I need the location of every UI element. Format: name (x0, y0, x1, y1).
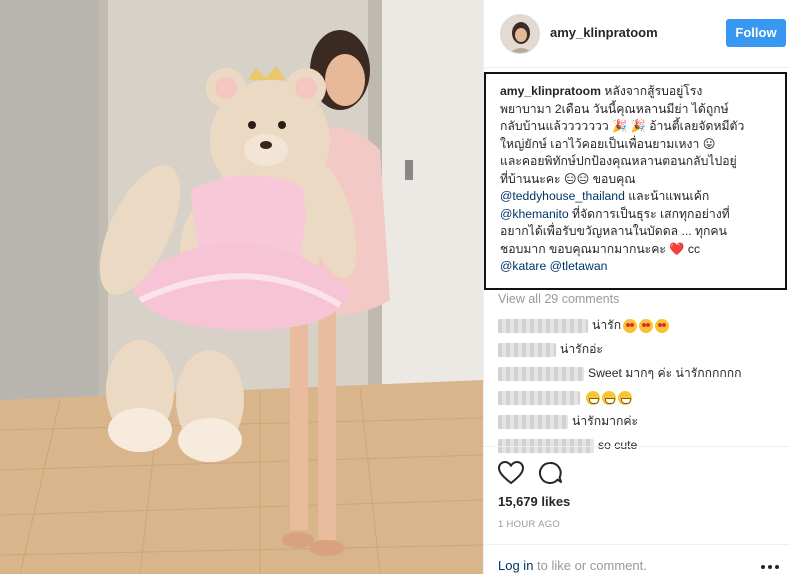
redacted-username (498, 390, 580, 405)
view-all-comments-link[interactable]: View all 29 comments (498, 292, 619, 306)
speech-bubble-icon[interactable] (538, 461, 564, 485)
caption-text: ใหญ่ยักษ์ เอาไว้คอยเป็นเพื่อนยามเหงา 😛 (500, 136, 716, 151)
caption-text: ชอบมาก ขอบคุณมากมากนะคะ ❤️ cc (500, 241, 701, 256)
redacted-username (498, 414, 568, 429)
caption-text: พยาบามา 2เดือน วันนี้คุณหลานมีย่า ได้ถูก… (500, 101, 729, 116)
avatar[interactable] (500, 14, 540, 54)
caption-mention[interactable]: @katare (500, 259, 546, 273)
heart-outline-icon[interactable] (497, 460, 525, 485)
post-username[interactable]: amy_klinpratoom (550, 25, 658, 40)
redacted-username (498, 318, 588, 333)
caption-text: อยากได้เพื่อรับขวัญหลานในบัดดล ... ทุกคน (500, 224, 727, 238)
redacted-username (498, 342, 556, 357)
caption-text: และน้าแพนเค้ก (624, 189, 710, 203)
post-actions: 15,679 likes 1 HOUR AGO (484, 446, 790, 530)
ellipsis-icon[interactable] (760, 559, 780, 569)
caption-mention[interactable]: @khemanito (500, 207, 569, 221)
follow-button[interactable]: Follow (726, 19, 786, 47)
caption-text: กลับบ้านแล้ววววววว 🎉 🎉 อ้านตี้เลยจัดหมีต… (500, 119, 745, 133)
post-header: amy_klinpratoom Follow (484, 0, 790, 68)
comment-text: น่ารักมากค่ะ (572, 414, 639, 428)
post-timestamp: 1 HOUR AGO (498, 519, 561, 530)
caption-mention[interactable]: @teddyhouse_thailand (500, 189, 625, 203)
comment-text: น่ารัก (592, 318, 622, 332)
login-prompt: Log in to like or comment. (498, 558, 647, 573)
like-count[interactable]: 15,679 likes (498, 494, 570, 509)
list-item: น่ารักมากค่ะ (498, 410, 783, 434)
comment-text: น่ารักอ่ะ (560, 342, 603, 356)
comment-text: Sweet มากๆ ค่ะ น่ารักกกกกก (588, 366, 742, 380)
redacted-username (498, 366, 584, 381)
caption-mention[interactable]: @tletawan (550, 259, 608, 273)
login-prompt-text: to like or comment. (533, 558, 647, 573)
list-item: น่ารัก (498, 314, 783, 338)
caption-text: ที่จัดการเป็นธุระ เสกทุกอย่างที่ (568, 206, 730, 221)
post-side-panel: amy_klinpratoom Follow amy_klinpratoom ห… (483, 0, 790, 574)
list-item (498, 386, 783, 410)
login-link[interactable]: Log in (498, 558, 533, 573)
list-item: Sweet มากๆ ค่ะ น่ารักกกกกก (498, 362, 783, 386)
caption-text: หลังจากสู้รบอยู่โรง (604, 84, 703, 98)
grinning-emoji-icon (586, 390, 600, 405)
post-footer: Log in to like or comment. (484, 544, 790, 574)
caption-text: และคอยพิทักษ์ปกป้องคุณหลานตอนกลับไปอยู่ (500, 154, 737, 168)
comment-list: น่ารัก น่ารักอ่ะ Sweet มากๆ ค่ะ น่ารักกก… (498, 314, 783, 458)
grinning-emoji-icon (602, 390, 616, 405)
list-item: น่ารักอ่ะ (498, 338, 783, 362)
grinning-emoji-icon (618, 390, 632, 405)
caption-text: ที่บ้านนะคะ 😑😑 ขอบคุณ (500, 171, 636, 186)
caption-username[interactable]: amy_klinpratoom (500, 84, 601, 98)
post-caption: amy_klinpratoom หลังจากสู้รบอยู่โรง พยาบ… (484, 72, 787, 290)
heart-eyes-emoji-icon (655, 318, 670, 333)
post-photo (0, 0, 483, 574)
heart-eyes-emoji-icon (623, 318, 638, 333)
heart-eyes-emoji-icon (639, 318, 654, 333)
